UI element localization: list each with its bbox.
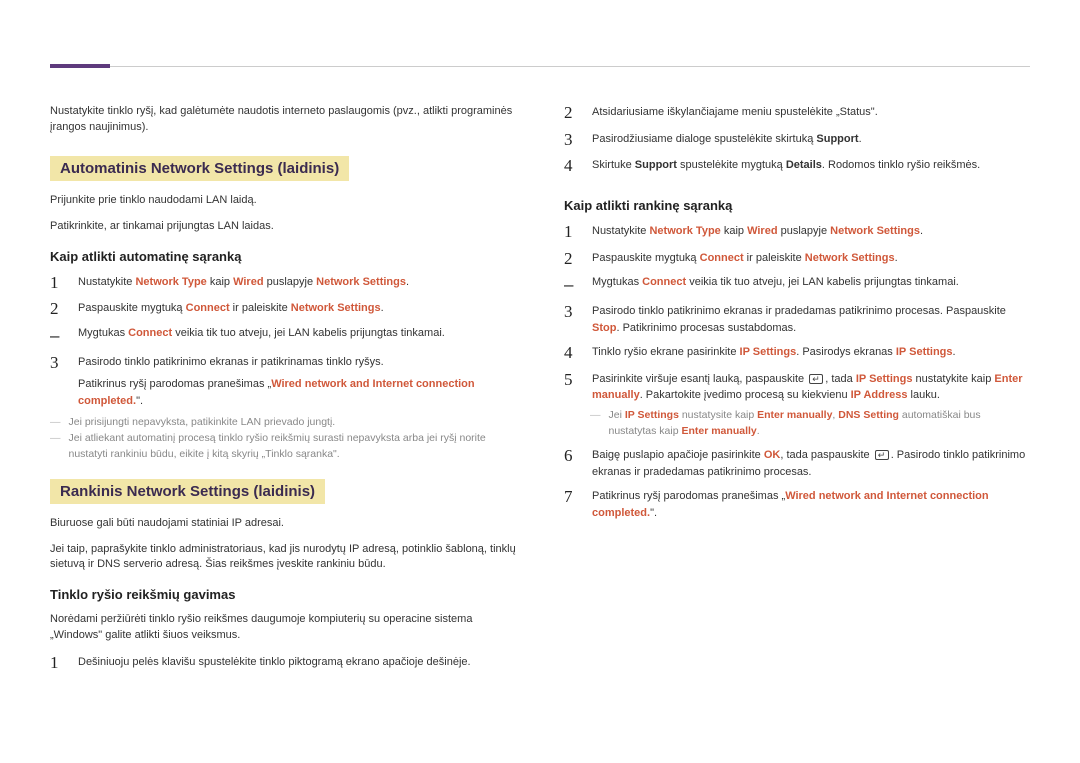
auto-step-2-sub: ‒ Mygtukas Connect veikia tik tuo atveju… xyxy=(50,327,516,346)
step-body: Pasirinkite viršuje esantį lauką, paspau… xyxy=(592,371,1030,404)
step-body: Pasirodo tinklo patikrinimo ekranas ir p… xyxy=(78,354,516,410)
manual-step-5: 5 Pasirinkite viršuje esantį lauką, pasp… xyxy=(564,371,1030,404)
manual-step-6: 6 Baigę puslapio apačioje pasirinkite OK… xyxy=(564,447,1030,480)
values-step-1: 1 Dešiniuoju pelės klavišu spustelėkite … xyxy=(50,654,516,673)
manual-steps-list-cont: 6 Baigę puslapio apačioje pasirinkite OK… xyxy=(564,447,1030,521)
step-number: 6 xyxy=(564,447,578,466)
step-body: Dešiniuoju pelės klavišu spustelėkite ti… xyxy=(78,654,516,671)
right-column: 2 Atsidariusiame iškylančiajame meniu sp… xyxy=(564,104,1030,673)
intro-text: Nustatykite tinklo ryšį, kad galėtumėte … xyxy=(50,104,516,136)
manual-step-5-note: Jei IP Settings nustatysite kaip Enter m… xyxy=(590,408,1030,440)
values-steps-list: 1 Dešiniuoju pelės klavišu spustelėkite … xyxy=(50,654,516,673)
header-divider xyxy=(110,66,1030,67)
dash: ‒ xyxy=(50,327,64,346)
values-step-4: 4 Skirtuke Support spustelėkite mygtuką … xyxy=(564,157,1030,176)
auto-line-1: Prijunkite prie tinklo naudodami LAN lai… xyxy=(50,193,516,209)
step-body: Patikrinus ryšį parodomas pranešimas „Wi… xyxy=(592,488,1030,521)
step-body: Pasirodo tinklo patikrinimo ekranas ir p… xyxy=(592,303,1030,336)
step-number: 1 xyxy=(564,223,578,242)
auto-note-1: Jei prisijungti nepavyksta, patikinkite … xyxy=(50,415,516,431)
step-body: Nustatykite Network Type kaip Wired pusl… xyxy=(78,274,516,291)
manual-line-1: Biuruose gali būti naudojami statiniai I… xyxy=(50,516,516,532)
section-title-auto: Automatinis Network Settings (laidinis) xyxy=(50,156,349,181)
step-number: 7 xyxy=(564,488,578,507)
left-column: Nustatykite tinklo ryšį, kad galėtumėte … xyxy=(50,104,516,673)
manual-step-2-sub: ‒ Mygtukas Connect veikia tik tuo atveju… xyxy=(564,276,1030,295)
step-number: 3 xyxy=(564,131,578,150)
values-steps-list-cont: 2 Atsidariusiame iškylančiajame meniu sp… xyxy=(564,104,1030,176)
content-columns: Nustatykite tinklo ryšį, kad galėtumėte … xyxy=(50,104,1030,673)
step-number: 2 xyxy=(564,104,578,123)
manual-steps-list: 1 Nustatykite Network Type kaip Wired pu… xyxy=(564,223,1030,404)
manual-step-7: 7 Patikrinus ryšį parodomas pranešimas „… xyxy=(564,488,1030,521)
step-body: Atsidariusiame iškylančiajame meniu spus… xyxy=(592,104,1030,121)
manual-step-2: 2 Paspauskite mygtuką Connect ir paleisk… xyxy=(564,250,1030,269)
auto-steps-list: 1 Nustatykite Network Type kaip Wired pu… xyxy=(50,274,516,410)
values-title: Tinklo ryšio reikšmių gavimas xyxy=(50,587,516,602)
step-number: 2 xyxy=(564,250,578,269)
header-accent-bar xyxy=(50,64,110,68)
manual-step-3: 3 Pasirodo tinklo patikrinimo ekranas ir… xyxy=(564,303,1030,336)
step-number: 4 xyxy=(564,344,578,363)
auto-step-2: 2 Paspauskite mygtuką Connect ir paleisk… xyxy=(50,300,516,319)
step-number: 4 xyxy=(564,157,578,176)
values-step-3: 3 Pasirodžiusiame dialoge spustelėkite s… xyxy=(564,131,1030,150)
manual-how-title: Kaip atlikti rankinę sąranką xyxy=(564,198,1030,213)
step-body: Baigę puslapio apačioje pasirinkite OK, … xyxy=(592,447,1030,480)
step-number: 3 xyxy=(50,354,64,373)
step-body: Mygtukas Connect veikia tik tuo atveju, … xyxy=(592,276,959,288)
manual-step-1: 1 Nustatykite Network Type kaip Wired pu… xyxy=(564,223,1030,242)
auto-step-3: 3 Pasirodo tinklo patikrinimo ekranas ir… xyxy=(50,354,516,410)
enter-icon xyxy=(809,374,823,384)
step-number: 3 xyxy=(564,303,578,322)
step-body: Tinklo ryšio ekrane pasirinkite IP Setti… xyxy=(592,344,1030,361)
step-body: Paspauskite mygtuką Connect ir paleiskit… xyxy=(78,300,516,317)
dash: ‒ xyxy=(564,276,578,295)
manual-line-2: Jei taip, paprašykite tinklo administrat… xyxy=(50,542,516,574)
section-title-manual: Rankinis Network Settings (laidinis) xyxy=(50,479,325,504)
values-step-2: 2 Atsidariusiame iškylančiajame meniu sp… xyxy=(564,104,1030,123)
step-body: Mygtukas Connect veikia tik tuo atveju, … xyxy=(78,327,445,339)
step-body: Pasirodžiusiame dialoge spustelėkite ski… xyxy=(592,131,1030,148)
step-number: 1 xyxy=(50,654,64,673)
step-body: Skirtuke Support spustelėkite mygtuką De… xyxy=(592,157,1030,174)
step-number: 1 xyxy=(50,274,64,293)
step-body: Nustatykite Network Type kaip Wired pusl… xyxy=(592,223,1030,240)
step-number: 5 xyxy=(564,371,578,390)
enter-icon xyxy=(875,450,889,460)
auto-line-2: Patikrinkite, ar tinkamai prijungtas LAN… xyxy=(50,219,516,235)
manual-step-4: 4 Tinklo ryšio ekrane pasirinkite IP Set… xyxy=(564,344,1030,363)
step-number: 2 xyxy=(50,300,64,319)
step-body: Paspauskite mygtuką Connect ir paleiskit… xyxy=(592,250,1030,267)
auto-how-title: Kaip atlikti automatinę sąranką xyxy=(50,249,516,264)
values-intro: Norėdami peržiūrėti tinklo ryšio reikšme… xyxy=(50,612,516,644)
auto-note-2: Jei atliekant automatinį procesą tinklo … xyxy=(50,431,516,463)
auto-step-1: 1 Nustatykite Network Type kaip Wired pu… xyxy=(50,274,516,293)
